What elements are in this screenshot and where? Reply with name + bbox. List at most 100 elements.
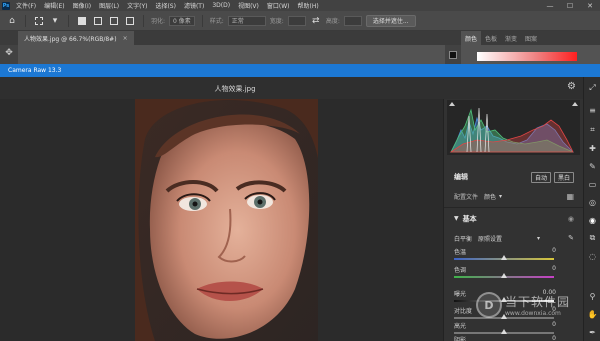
red-eye-icon[interactable]: ◉ xyxy=(584,213,600,227)
maximize-button[interactable]: ☐ xyxy=(560,0,580,11)
home-icon[interactable]: ⌂ xyxy=(6,15,18,27)
tab-swatches[interactable]: 色板 xyxy=(481,34,501,43)
menu-view[interactable]: 视图(V) xyxy=(234,1,263,10)
file-name: 人物效果.jpg xyxy=(214,85,256,93)
close-button[interactable]: ✕ xyxy=(580,0,600,11)
snapshots-icon[interactable]: ⧉ xyxy=(584,231,600,245)
feather-input[interactable]: 0 像素 xyxy=(169,15,195,26)
subtract-selection-icon[interactable] xyxy=(108,15,120,27)
white-balance-select[interactable]: 原照设置 ▾ xyxy=(478,234,540,243)
edit-panel-header: 编辑 自动 黑白 xyxy=(444,169,584,185)
slider-label: 曝光 xyxy=(454,291,467,298)
menu-filter[interactable]: 滤镜(T) xyxy=(180,1,208,10)
eyedropper-icon[interactable]: ✎ xyxy=(568,234,574,242)
slider-thumb[interactable] xyxy=(501,329,507,334)
chevron-down-icon[interactable]: ▾ xyxy=(49,15,61,27)
menu-file[interactable]: 文件(F) xyxy=(12,1,40,10)
visibility-icon[interactable]: ◉ xyxy=(568,215,574,223)
document-tab[interactable]: 人物效果.jpg @ 66.7%(RGB/8#) × xyxy=(18,31,134,45)
slider-value[interactable]: 0 xyxy=(552,321,556,328)
menu-window[interactable]: 窗口(W) xyxy=(263,1,294,10)
menu-help[interactable]: 帮助(H) xyxy=(294,1,323,10)
eyedropper-icon[interactable]: ✒ xyxy=(584,325,600,339)
slider-value[interactable]: 0 xyxy=(552,247,556,254)
menu-image[interactable]: 图像(I) xyxy=(69,1,95,10)
feather-label: 羽化: xyxy=(151,18,166,25)
height-input[interactable] xyxy=(343,15,362,26)
presets-icon[interactable]: ◌ xyxy=(584,249,600,263)
menu-layer[interactable]: 图层(L) xyxy=(95,1,123,10)
intersect-selection-icon[interactable] xyxy=(124,15,136,27)
gradient-filter-icon[interactable]: ▭ xyxy=(584,177,600,191)
style-label: 样式: xyxy=(209,18,224,25)
options-bar: ⌂ ▾ 羽化: 0 像素 样式: 正常 宽度: ⇄ 高度: 选择并遮住... xyxy=(0,11,600,31)
new-selection-icon[interactable] xyxy=(76,15,88,27)
tab-color[interactable]: 颜色 xyxy=(461,31,482,45)
marquee-tool-icon[interactable] xyxy=(33,15,45,27)
chevron-down-icon: ▾ xyxy=(537,234,541,242)
chevron-down-icon: ▾ xyxy=(499,192,503,200)
menu-type[interactable]: 文字(Y) xyxy=(123,1,151,10)
basic-title: 基本 xyxy=(462,214,477,223)
slider-label: 阴影 xyxy=(454,337,467,341)
height-label: 高度: xyxy=(325,18,340,25)
width-label: 宽度: xyxy=(269,18,284,25)
profile-label: 配置文件 xyxy=(454,193,479,201)
portrait-illustration xyxy=(135,99,318,341)
histogram-graph xyxy=(449,107,574,153)
photoshop-logo[interactable]: Ps xyxy=(0,0,12,11)
select-and-mask-button[interactable]: 选择并遮住... xyxy=(365,14,416,27)
swap-icon[interactable]: ⇄ xyxy=(310,15,322,27)
foreground-color-swatch[interactable] xyxy=(449,51,457,59)
tab-patterns[interactable]: 图案 xyxy=(521,34,541,43)
image-canvas[interactable] xyxy=(0,99,443,341)
histogram xyxy=(447,100,580,155)
fullscreen-icon[interactable]: ⤢ xyxy=(584,81,600,95)
slider-temperature: 色温 0 xyxy=(444,247,584,265)
edit-title: 编辑 xyxy=(454,173,468,181)
slider-thumb[interactable] xyxy=(501,273,507,278)
profile-browser-icon[interactable]: ▦ xyxy=(566,192,574,201)
camera-raw-titlebar: Camera Raw 13.3 xyxy=(0,64,600,77)
basic-section-header[interactable]: ▼ 基本 ◉ xyxy=(444,207,584,229)
move-tool-icon[interactable]: ✥ xyxy=(0,48,18,58)
menu-edit[interactable]: 编辑(E) xyxy=(40,1,68,10)
menu-select[interactable]: 选择(S) xyxy=(151,1,180,10)
radial-filter-icon[interactable]: ◎ xyxy=(584,195,600,209)
healing-brush-icon[interactable]: ✚ xyxy=(584,141,600,155)
chevron-down-icon: ▼ xyxy=(454,215,459,222)
slider-thumb[interactable] xyxy=(501,255,507,260)
slider-tint: 色调 0 xyxy=(444,265,584,283)
divider xyxy=(201,14,203,27)
watermark-logo: D 当下软件园 www.downxia.com xyxy=(476,290,600,320)
tools-panel: ✥ xyxy=(0,45,18,65)
color-ramp[interactable] xyxy=(477,52,577,61)
auto-button[interactable]: 自动 xyxy=(530,171,551,183)
portrait-photo xyxy=(135,99,318,341)
camera-raw-title: Camera Raw 13.3 xyxy=(8,67,62,74)
divider xyxy=(143,14,144,27)
profile-select[interactable]: 颜色 ▾ xyxy=(484,192,502,201)
highlight-clipping-icon[interactable] xyxy=(572,102,578,106)
brush-icon[interactable]: ✎ xyxy=(584,159,600,173)
style-select[interactable]: 正常 xyxy=(227,15,266,26)
gear-icon[interactable]: ⚙ xyxy=(567,81,576,92)
slider-label: 高光 xyxy=(454,323,467,330)
watermark-name: 当下软件园 xyxy=(505,295,571,309)
slider-value[interactable]: 0 xyxy=(552,335,556,341)
edit-sliders-icon[interactable]: ≡ xyxy=(584,103,600,117)
black-white-button[interactable]: 黑白 xyxy=(553,171,574,183)
white-balance-row: 白平衡 原照设置 ▾ ✎ xyxy=(444,231,584,245)
menu-3d[interactable]: 3D(D) xyxy=(208,2,234,9)
close-icon[interactable]: × xyxy=(123,35,128,42)
minimize-button[interactable]: — xyxy=(540,0,560,11)
slider-value[interactable]: 0 xyxy=(552,265,556,272)
tab-gradients[interactable]: 渐变 xyxy=(501,34,521,43)
crop-icon[interactable]: ⌗ xyxy=(584,123,600,137)
add-selection-icon[interactable] xyxy=(92,15,104,27)
shadow-clipping-icon[interactable] xyxy=(449,102,455,106)
watermark-url: www.downxia.com xyxy=(505,310,561,317)
white-balance-label: 白平衡 xyxy=(454,235,473,243)
white-balance-value: 原照设置 xyxy=(478,235,503,243)
width-input[interactable] xyxy=(287,15,306,26)
